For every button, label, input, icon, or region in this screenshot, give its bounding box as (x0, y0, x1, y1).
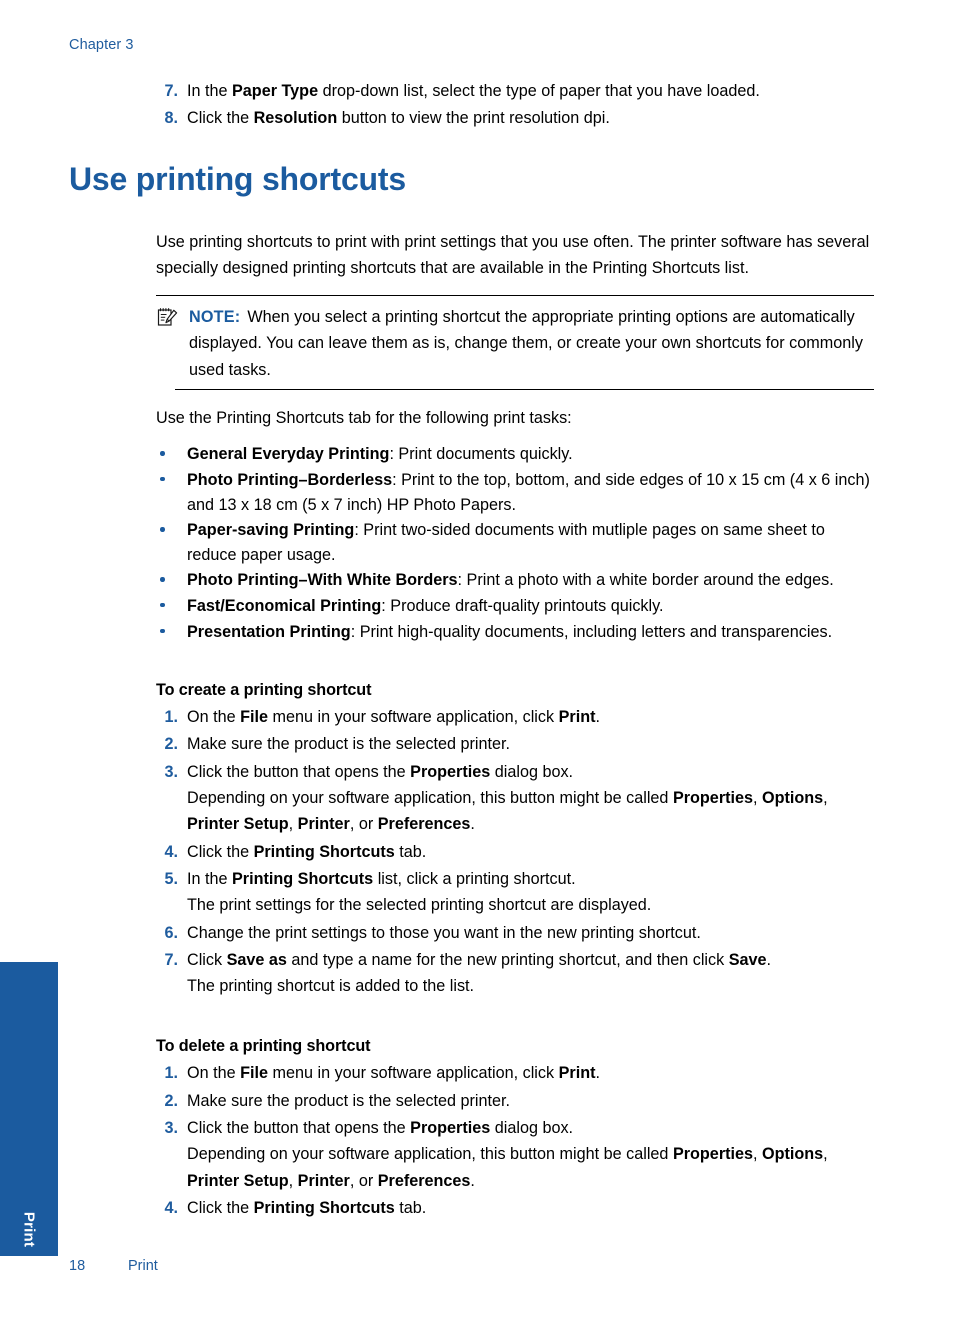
create-step-text: Click the Printing Shortcuts tab. (187, 842, 427, 861)
create-step-number: 5. (164, 869, 178, 888)
page-footer: 18 Print (69, 1258, 158, 1274)
list-item: 2. Make sure the product is the selected … (156, 1088, 874, 1114)
bullet-term: Paper-saving Printing (187, 521, 355, 540)
tasks-intro-paragraph: Use the Printing Shortcuts tab for the f… (156, 409, 572, 428)
delete-step-number: 1. (164, 1064, 178, 1083)
create-step-number: 2. (164, 735, 178, 754)
footer-section-name: Print (128, 1258, 158, 1274)
bullet-dot-icon (160, 451, 165, 456)
delete-step-number: 4. (164, 1198, 178, 1217)
delete-shortcut-section: To delete a printing shortcut 1. On the F… (156, 1034, 874, 1221)
create-step-number: 7. (164, 950, 178, 969)
create-shortcut-section: To create a printing shortcut 1. On the F… (156, 678, 874, 999)
list-item: 1. On the File menu in your software appl… (156, 1060, 874, 1086)
delete-shortcut-steps-list: 1. On the File menu in your software appl… (156, 1060, 874, 1221)
delete-step-text: On the File menu in your software applic… (187, 1064, 600, 1083)
chapter-header: Chapter 3 (69, 37, 134, 53)
list-item: 5. In the Printing Shortcuts list, click … (156, 866, 874, 919)
create-step-text: On the File menu in your software applic… (187, 708, 600, 727)
bullet-term: Photo Printing–Borderless (187, 470, 393, 489)
delete-step-number: 3. (164, 1118, 178, 1137)
section-intro-paragraph: Use printing shortcuts to print with pri… (156, 232, 870, 277)
list-item: Photo Printing–Borderless: Print to the … (156, 468, 874, 517)
list-item: 8. Click the Resolution button to view th… (156, 105, 874, 131)
bullet-dot-icon (160, 527, 165, 532)
continued-steps-list: 7. In the Paper Type drop-down list, sele… (156, 78, 874, 132)
bullet-dot-icon (160, 476, 165, 482)
list-item: Photo Printing–With White Borders: Print… (156, 568, 874, 593)
footer-page-number: 18 (69, 1258, 86, 1274)
delete-step-number: 2. (164, 1091, 178, 1110)
continued-step-text: Click the Resolution button to view the … (187, 109, 610, 128)
delete-step-text: Make sure the product is the selected pr… (187, 1091, 511, 1110)
delete-step-text: Click the Printing Shortcuts tab. (187, 1198, 427, 1217)
bullet-term: Presentation Printing (187, 622, 351, 641)
create-step-text: Make sure the product is the selected pr… (187, 735, 511, 754)
printing-shortcuts-bullet-list: General Everyday Printing: Print documen… (156, 442, 874, 644)
create-step-text: In the Printing Shortcuts list, click a … (187, 869, 652, 915)
side-thumb-tab: Print (0, 962, 58, 1256)
create-shortcut-heading: To create a printing shortcut (156, 681, 372, 700)
bullet-dot-icon (160, 628, 165, 634)
create-step-text: Click the button that opens the Properti… (187, 762, 828, 834)
list-item: General Everyday Printing: Print documen… (156, 442, 874, 467)
list-item: 3. Click the button that opens the Proper… (156, 759, 874, 838)
note-bottom-rule (175, 389, 874, 391)
create-shortcut-steps-list: 1. On the File menu in your software appl… (156, 704, 874, 999)
note-body: NOTE: When you select a printing shortcut… (156, 304, 874, 383)
create-step-number: 6. (164, 923, 178, 942)
continued-step-number: 7. (164, 82, 178, 100)
bullet-description: : Print a photo with a white border arou… (457, 571, 834, 590)
bullet-description: : Print documents quickly. (389, 445, 573, 464)
bullet-dot-icon (160, 602, 165, 608)
bullet-term: Fast/Economical Printing (187, 596, 382, 615)
list-item: 1. On the File menu in your software appl… (156, 704, 874, 730)
list-item: 4. Click the Printing Shortcuts tab. (156, 839, 874, 865)
page-title: Use printing shortcuts (69, 161, 406, 197)
document-page: Chapter 3 7. In the Paper Type drop-down … (0, 0, 954, 1321)
bullet-dot-icon (160, 577, 165, 582)
list-item: Presentation Printing: Print high-qualit… (156, 620, 874, 645)
create-step-number: 4. (164, 842, 178, 861)
delete-shortcut-heading: To delete a printing shortcut (156, 1037, 371, 1056)
continued-step-number: 8. (164, 109, 178, 128)
bullet-description: : Produce draft-quality printouts quickl… (381, 596, 664, 615)
list-item: Fast/Economical Printing: Produce draft-… (156, 594, 874, 619)
note-pencil-icon (157, 307, 179, 327)
bullet-description: : Print high-quality documents, includin… (350, 622, 833, 641)
list-item: 7. In the Paper Type drop-down list, sele… (156, 78, 874, 104)
list-item: 6. Change the print settings to those you… (156, 920, 874, 946)
bullet-term: General Everyday Printing (187, 445, 390, 464)
list-item: Paper-saving Printing: Print two-sided d… (156, 518, 874, 567)
create-step-text: Change the print settings to those you w… (187, 923, 701, 942)
continued-step-text: In the Paper Type drop-down list, select… (187, 82, 760, 100)
content-column: 7. In the Paper Type drop-down list, sele… (156, 78, 874, 1222)
list-item: 2. Make sure the product is the selected … (156, 731, 874, 757)
note-admonition: NOTE: When you select a printing shortcut… (156, 295, 874, 391)
list-item: 3. Click the button that opens the Proper… (156, 1115, 874, 1194)
bullet-term: Photo Printing–With White Borders (187, 571, 458, 590)
create-step-text: Click Save as and type a name for the ne… (187, 950, 772, 996)
note-text: When you select a printing shortcut the … (189, 308, 863, 379)
note-label: NOTE: (189, 308, 241, 327)
list-item: 7. Click Save as and type a name for the … (156, 947, 874, 1000)
create-step-number: 1. (164, 708, 178, 727)
list-item: 4. Click the Printing Shortcuts tab. (156, 1195, 874, 1221)
create-step-number: 3. (164, 762, 178, 781)
delete-step-text: Click the button that opens the Properti… (187, 1118, 828, 1190)
side-tab-label: Print (20, 1211, 38, 1248)
